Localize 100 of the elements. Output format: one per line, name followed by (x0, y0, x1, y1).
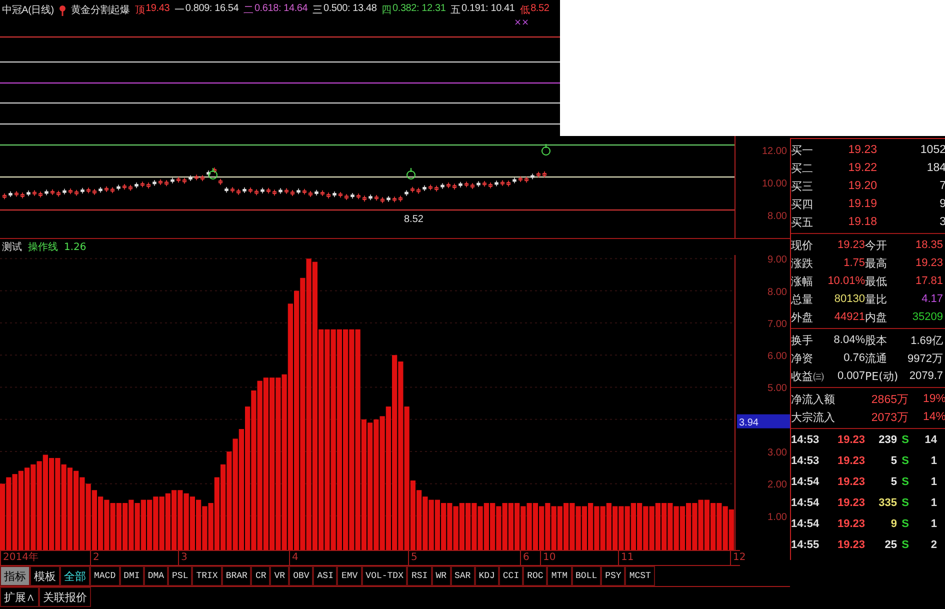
stat-label: 净资 (791, 350, 814, 366)
axis-label: 12 (730, 551, 746, 565)
indicator-tab[interactable]: CCI (498, 566, 524, 586)
stat-label: 流通 (865, 350, 888, 366)
indicator-tab[interactable]: PSY (601, 566, 626, 586)
stat-value: 1.69亿 (910, 334, 943, 348)
stat-value: 9972万 (906, 352, 943, 366)
level-value: 0.618: 14.64 (254, 3, 308, 16)
bid-price: 19.20 (847, 180, 877, 192)
indicator-tab[interactable]: EMV (337, 566, 362, 586)
panel-tab[interactable]: 扩展∧ (0, 587, 39, 607)
arrow-marker-icon (542, 144, 550, 156)
panel-tab[interactable]: 关联报价 (39, 587, 91, 607)
trade-volume: 9 (890, 518, 897, 530)
axis-label: 11 (618, 551, 634, 565)
indicator-tab[interactable]: DMI (120, 566, 144, 586)
bid-label: 买一 (791, 142, 814, 158)
trade-count: 1 (930, 496, 937, 508)
low-price-label: 8.52 (404, 214, 424, 225)
level-label: 二 (244, 4, 254, 17)
trade-side: S (900, 434, 909, 446)
stat-label: 涨幅 (791, 274, 814, 288)
trade-side: S (900, 518, 909, 530)
pin-icon (58, 4, 66, 16)
bid-price: 19.19 (847, 198, 877, 210)
bid-price: 19.22 (847, 162, 877, 174)
trade-price: 19.23 (836, 518, 865, 530)
indicator-tab[interactable]: VR (270, 566, 290, 586)
indicator-name: 测试 (2, 240, 22, 254)
indicator-tab[interactable]: RSI (407, 566, 432, 586)
indicator-tab[interactable]: PSL (168, 566, 192, 586)
stat-value: 8.04% (832, 334, 865, 346)
stat-value: 0.76 (842, 352, 865, 364)
stat-label: 外盘 (791, 310, 814, 324)
axis-label: 2 (90, 551, 100, 565)
indicator-tab[interactable]: TRIX (192, 566, 222, 586)
trade-price: 19.23 (836, 476, 865, 488)
line-label: 操作线 (28, 240, 58, 254)
stat-label: PE(动) (865, 368, 900, 384)
indicator-tab[interactable]: 模板 (30, 566, 60, 586)
flow-label: 大宗流入 (791, 410, 836, 424)
bid-volume: 1052 (919, 144, 945, 156)
arrow-marker-icon (208, 168, 218, 180)
axis-label: 3.00 (768, 448, 787, 459)
axis-label: 12.00 (762, 146, 787, 157)
line-value: 1.26 (64, 242, 86, 252)
trade-side: S (900, 454, 909, 466)
bid-label: 买二 (791, 160, 814, 176)
indicator-tab[interactable]: MACD (90, 566, 120, 586)
indicator-tab[interactable]: ASI (313, 566, 338, 586)
level-label: 五 (450, 4, 461, 17)
stat-value: 44921 (833, 311, 865, 323)
trade-volume: 5 (890, 454, 897, 466)
indicator-tab[interactable]: 指标 (0, 566, 30, 586)
stat-label: 现价 (791, 238, 814, 252)
axis-label: 6 (520, 551, 530, 565)
stat-value: 35209 (911, 311, 943, 323)
stat-label: 最高 (865, 256, 888, 270)
flow-value: 2865万 (870, 392, 909, 406)
trade-count: 14 (924, 434, 937, 446)
stat-value: 0.007 (836, 370, 865, 382)
indicator-tab[interactable]: WR (432, 566, 450, 586)
indicator-tab[interactable]: OBV (289, 566, 314, 586)
trade-time: 14:54 (791, 518, 820, 530)
trade-volume: 5 (890, 476, 897, 488)
trade-side: S (900, 496, 909, 508)
indicator-tab[interactable]: BOLL (572, 566, 602, 586)
indicator-tab[interactable]: KDJ (474, 566, 499, 586)
stat-label: 量比 (865, 292, 888, 306)
stat-value: 18.35 (914, 239, 943, 251)
indicator-tab[interactable]: DMA (144, 566, 168, 586)
trade-count: 1 (930, 454, 937, 466)
indicator-tab[interactable]: CR (251, 566, 270, 586)
stat-value: 10.01% (826, 275, 865, 287)
trade-volume: 239 (878, 434, 897, 446)
indicator-tab[interactable]: ROC (523, 566, 548, 586)
stat-value: 19.23 (836, 239, 865, 251)
axis-label: 4 (289, 551, 298, 565)
stat-value: 19.23 (914, 257, 943, 269)
indicator-tab[interactable]: SAR (450, 566, 475, 586)
indicator-tab[interactable]: MTM (547, 566, 572, 586)
indicator-tab[interactable]: MCST (625, 566, 655, 586)
axis-label: 8.00 (768, 211, 787, 222)
marks-label: ×× (514, 18, 530, 28)
stat-label: 总量 (791, 292, 814, 306)
stat-label: 涨跌 (791, 256, 814, 270)
cursor-value-label: 3.94 (737, 414, 790, 428)
trade-count: 1 (930, 518, 937, 530)
trade-side: S (900, 538, 909, 550)
trade-side: S (900, 476, 909, 488)
stat-value: 4.17 (920, 293, 943, 305)
level-value: 19.43 (146, 3, 170, 16)
stat-label: 内盘 (865, 310, 888, 324)
bid-label: 买四 (791, 196, 814, 212)
axis-label: 7.00 (768, 318, 787, 330)
trade-price: 19.23 (836, 434, 865, 446)
axis-label: 1.00 (768, 512, 787, 523)
indicator-tab[interactable]: 全部 (60, 566, 90, 586)
indicator-tab[interactable]: VOL-TDX (362, 566, 408, 586)
indicator-tab[interactable]: BRAR (222, 566, 252, 586)
